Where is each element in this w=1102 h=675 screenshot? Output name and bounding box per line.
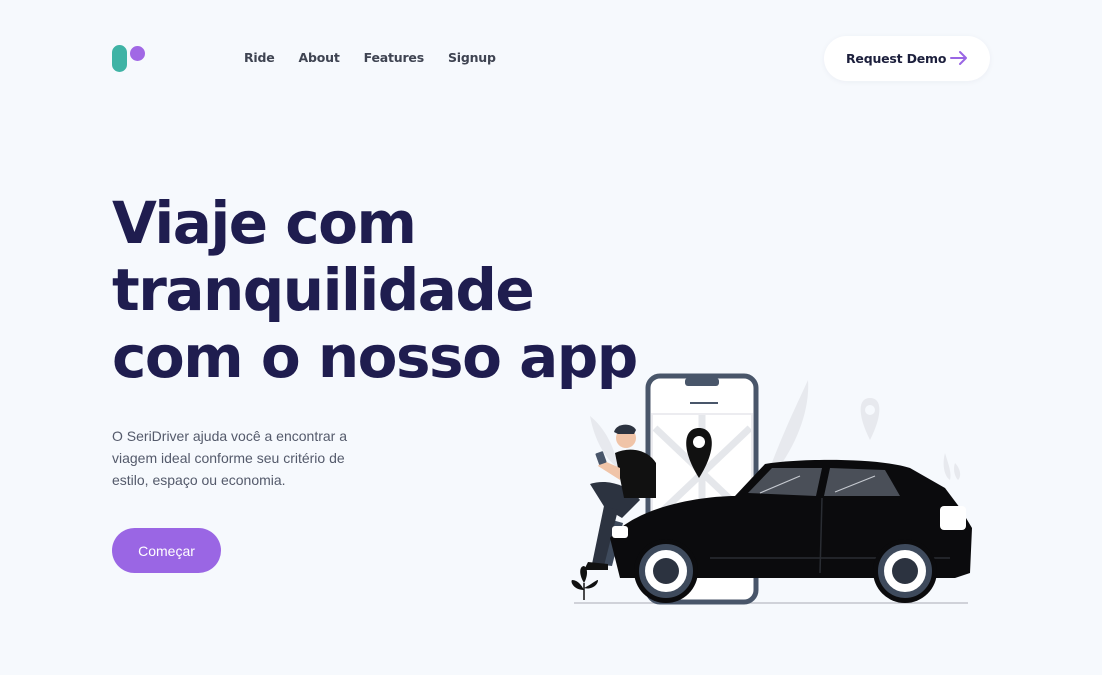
hero-title-line-2: tranquilidade [112, 256, 535, 324]
background-map-pin-icon [860, 398, 880, 440]
logo[interactable] [112, 45, 146, 73]
landing-page: Ride About Features Signup Request Demo … [0, 0, 1102, 675]
nav-item-ride[interactable]: Ride [244, 50, 275, 65]
plant [571, 566, 598, 600]
nav-item-features[interactable]: Features [364, 50, 425, 65]
rear-wheel [873, 539, 937, 603]
front-wheel [634, 539, 698, 603]
logo-bar [112, 45, 127, 72]
logo-dot [130, 46, 145, 61]
hero-title-line-1: Viaje com [112, 189, 417, 257]
hero-title: Viaje com tranquilidade com o nosso app [112, 190, 672, 391]
start-button[interactable]: Começar [112, 528, 221, 573]
hero-description: O SeriDriver ajuda você a encontrar a vi… [112, 428, 347, 488]
main-nav: Ride About Features Signup [244, 50, 496, 65]
nav-item-about[interactable]: About [299, 50, 340, 65]
request-demo-button[interactable]: Request Demo [824, 36, 990, 81]
arrow-right-icon [950, 51, 967, 65]
nav-item-signup[interactable]: Signup [448, 50, 496, 65]
hero-illustration [571, 373, 972, 605]
request-demo-label: Request Demo [846, 51, 947, 66]
